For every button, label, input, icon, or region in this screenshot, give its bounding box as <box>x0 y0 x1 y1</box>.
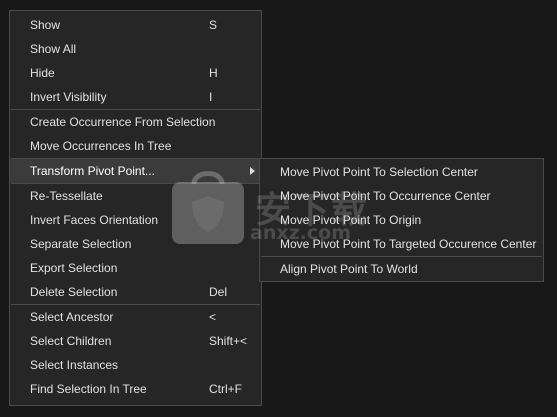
shortcut-label: I <box>209 90 213 104</box>
watermark-subtext: anxz.com <box>250 222 351 244</box>
menu-item-label: Create Occurrence From Selection <box>30 115 216 129</box>
menu-item-label: Delete Selection <box>30 285 118 299</box>
menu-item-select-ancestor[interactable]: Select Ancestor < <box>10 305 261 329</box>
shortcut-label: S <box>209 18 218 32</box>
menu-item-label: Separate Selection <box>30 237 132 251</box>
shortcut-label: Del <box>209 285 228 299</box>
menu-item-invert-visibility[interactable]: Invert Visibility I <box>10 85 261 109</box>
menu-item-label: Select Children <box>30 334 112 348</box>
menu-item-select-instances[interactable]: Select Instances <box>10 353 261 377</box>
menu-item-show-all[interactable]: Show All <box>10 37 261 61</box>
submenu-arrow-icon <box>250 167 255 175</box>
watermark-bag-icon <box>172 171 244 244</box>
menu-item-label: Invert Faces Orientation <box>30 213 159 227</box>
submenu-item-align-world[interactable]: Align Pivot Point To World <box>260 257 543 281</box>
shortcut-label: Ctrl+F <box>209 382 242 396</box>
menu-item-hide[interactable]: Hide H <box>10 61 261 85</box>
menu-item-label: Show All <box>30 42 77 56</box>
menu-item-export-selection[interactable]: Export Selection <box>10 256 261 280</box>
shortcut-label: Shift+< <box>209 334 248 348</box>
menu-item-create-occurrence[interactable]: Create Occurrence From Selection <box>10 110 261 134</box>
shortcut-label: H <box>209 66 218 80</box>
menu-item-label: Select Instances <box>30 358 119 372</box>
menu-item-delete-selection[interactable]: Delete Selection Del <box>10 280 261 304</box>
menu-item-label: Select Ancestor <box>30 310 114 324</box>
menu-item-find-selection[interactable]: Find Selection In Tree Ctrl+F <box>10 377 261 401</box>
shortcut-label: < <box>209 310 217 324</box>
menu-item-show[interactable]: Show S <box>10 13 261 37</box>
menu-item-label: Move Occurrences In Tree <box>30 139 172 153</box>
menu-item-move-occurrences[interactable]: Move Occurrences In Tree <box>10 134 261 158</box>
menu-item-label: Transform Pivot Point... <box>30 164 155 178</box>
menu-item-label: Re-Tessellate <box>30 189 103 203</box>
menu-item-label: Find Selection In Tree <box>30 382 147 396</box>
menu-item-select-children[interactable]: Select Children Shift+< <box>10 329 261 353</box>
menu-item-label: Export Selection <box>30 261 118 275</box>
menu-item-label: Hide <box>30 66 55 80</box>
menu-item-label: Invert Visibility <box>30 90 107 104</box>
menu-item-label: Show <box>30 18 61 32</box>
